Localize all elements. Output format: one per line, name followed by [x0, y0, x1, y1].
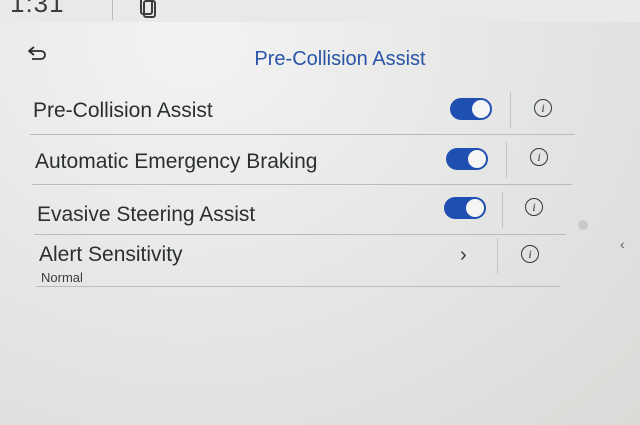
toggle-knob	[472, 100, 490, 118]
row-divider	[510, 92, 511, 128]
setting-value: Normal	[41, 270, 83, 285]
setting-row-pre-collision-assist[interactable]: Pre-Collision Assist i	[30, 86, 575, 135]
status-divider	[112, 0, 113, 20]
row-divider	[497, 238, 498, 274]
setting-row-alert-sensitivity[interactable]: Alert Sensitivity Normal › i	[36, 236, 560, 287]
toggle-knob	[466, 199, 484, 217]
setting-row-automatic-emergency-braking[interactable]: Automatic Emergency Braking i	[32, 136, 572, 185]
status-bar: 1:31	[0, 0, 640, 22]
chevron-right-icon[interactable]: ›	[460, 244, 467, 267]
info-icon[interactable]: i	[534, 99, 552, 117]
pre-collision-assist-toggle[interactable]	[450, 98, 492, 120]
decorative-dot	[578, 220, 588, 230]
automatic-emergency-braking-toggle[interactable]	[446, 148, 488, 170]
evasive-steering-assist-toggle[interactable]	[444, 197, 486, 219]
edge-chevron-icon: ‹	[620, 236, 625, 252]
row-divider	[506, 142, 507, 178]
info-icon[interactable]: i	[521, 245, 539, 263]
info-icon[interactable]: i	[530, 148, 548, 166]
setting-label: Alert Sensitivity	[39, 243, 183, 266]
setting-label: Automatic Emergency Braking	[35, 150, 318, 173]
setting-row-evasive-steering-assist[interactable]: Evasive Steering Assist i	[34, 186, 566, 235]
setting-label: Pre-Collision Assist	[33, 99, 213, 122]
screen: 1:31 Pre-Collision Assist Pre-Collision …	[0, 0, 640, 425]
page-title: Pre-Collision Assist	[254, 48, 426, 70]
phone-projection-icon[interactable]	[138, 0, 158, 18]
toggle-knob	[468, 150, 486, 168]
clock: 1:31	[10, 0, 65, 18]
row-divider	[502, 192, 503, 228]
setting-label: Evasive Steering Assist	[37, 203, 256, 226]
info-icon[interactable]: i	[525, 198, 543, 216]
